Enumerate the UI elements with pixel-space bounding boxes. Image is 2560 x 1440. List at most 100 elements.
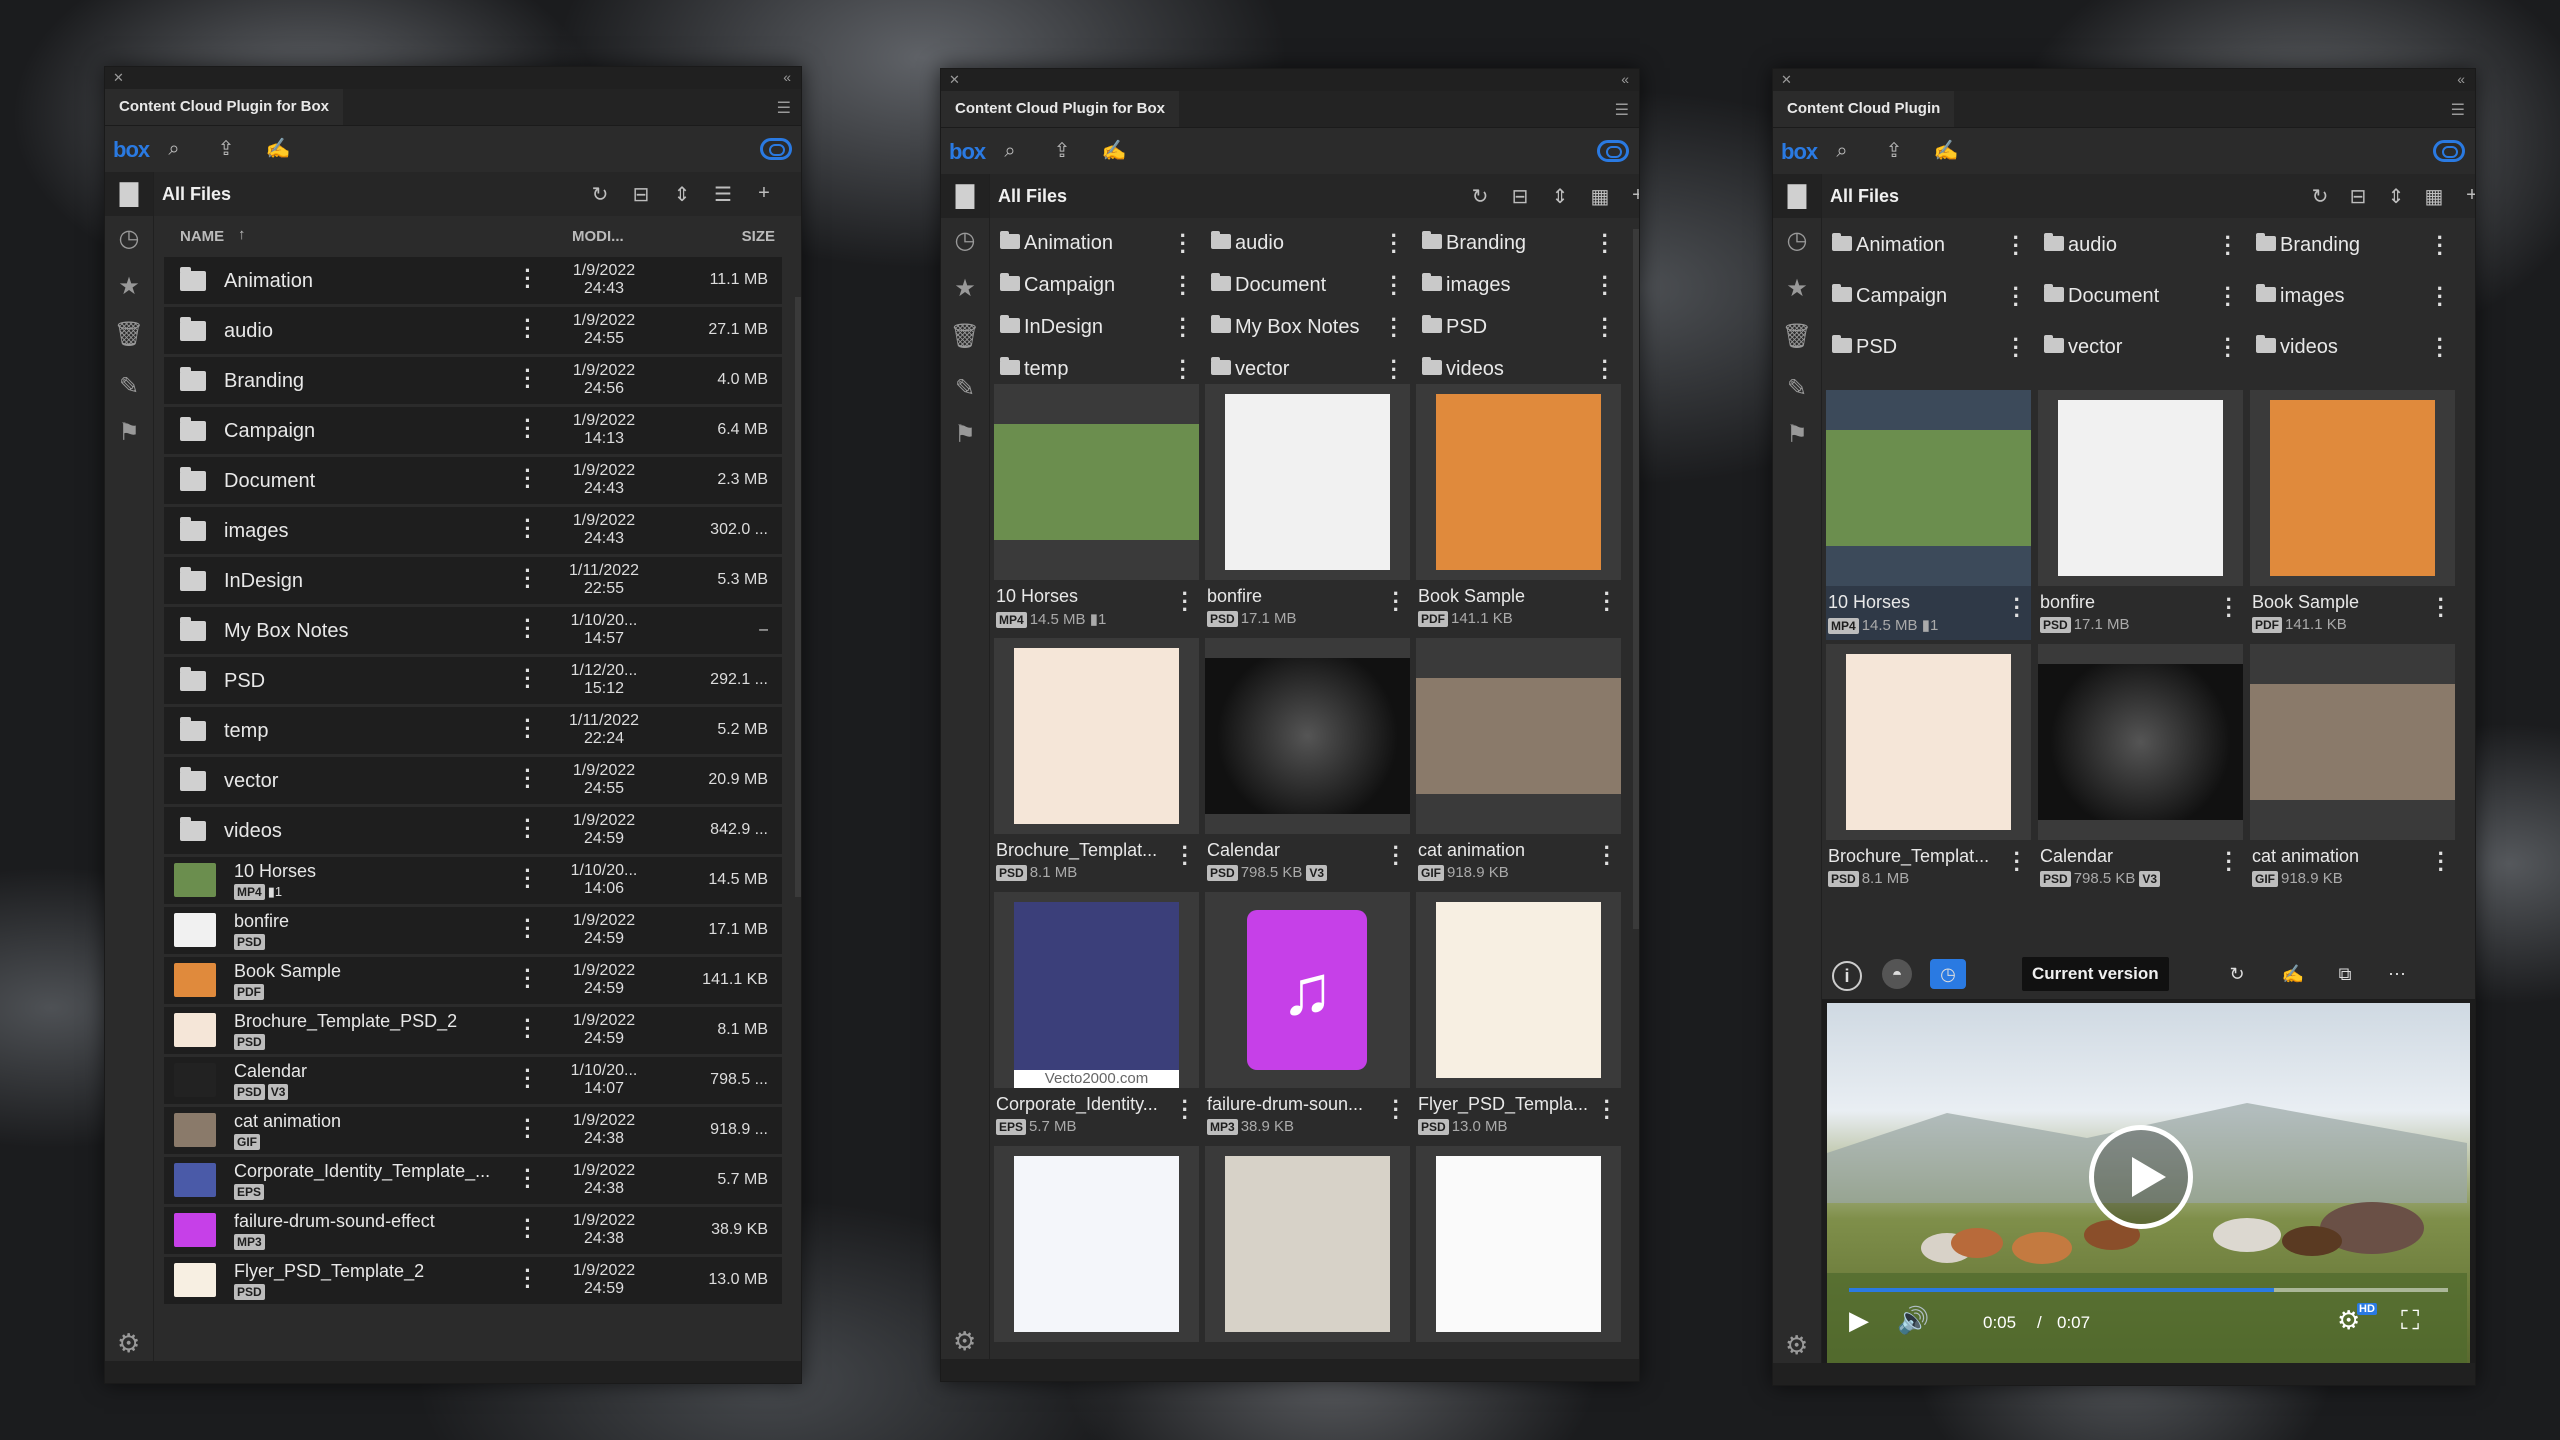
more-vertical-icon[interactable]: · · · [1182, 837, 1189, 875]
more-vertical-icon[interactable]: · · · [524, 660, 532, 698]
file-card[interactable]: cat animation GIF 918.9 KB · · · [1416, 638, 1621, 888]
sign-icon[interactable]: ✍ [2278, 959, 2308, 989]
fullscreen-icon[interactable]: ⛶ [2401, 1305, 2419, 1337]
sort-icon[interactable]: ⇕ [670, 182, 694, 207]
more-vertical-icon[interactable]: · · · [2438, 843, 2445, 881]
scrollbar[interactable] [1633, 229, 1639, 929]
more-vertical-icon[interactable]: · · · [2225, 329, 2232, 367]
panel-tab[interactable]: Content Cloud Plugin for Box [105, 89, 343, 125]
more-vertical-icon[interactable]: · · · [2013, 329, 2020, 367]
more-vertical-icon[interactable]: · · · [1391, 309, 1398, 347]
settings-gear-icon[interactable]: ⚙ [953, 1326, 976, 1357]
search-icon[interactable]: ⌕ [161, 136, 187, 162]
more-vertical-icon[interactable]: · · · [2225, 278, 2232, 316]
column-name[interactable]: NAME [180, 228, 224, 245]
more-vertical-icon[interactable]: · · · [524, 610, 532, 648]
refresh-icon[interactable]: ↻ [1468, 184, 1492, 209]
folder-tile[interactable]: audio · · · [2038, 224, 2242, 265]
layout-icon[interactable]: ⊟ [629, 182, 653, 207]
folder-tile[interactable]: Document · · · [1205, 264, 1408, 305]
folder-row[interactable]: PSD · · · 1/12/20... 15:12 292.1 ... [164, 657, 782, 707]
more-vertical-icon[interactable]: · · · [524, 810, 532, 848]
file-row[interactable]: bonfire PSD · · · 1/9/2022 24:59 17.1 MB [164, 907, 782, 957]
file-card[interactable]: Calendar PSD 798.5 KB V3 · · · [2038, 644, 2243, 894]
folder-tile[interactable]: images · · · [1416, 264, 1619, 305]
more-vertical-icon[interactable]: · · · [1602, 351, 1609, 389]
more-vertical-icon[interactable]: · · · [1391, 225, 1398, 263]
flag-icon[interactable]: ⚑ [1773, 420, 1821, 449]
folder-tile[interactable]: Branding · · · [2250, 224, 2454, 265]
trash-icon[interactable]: 🗑 [105, 320, 153, 349]
file-card[interactable]: cat animation GIF 918.9 KB · · · [2250, 644, 2455, 894]
upload-icon[interactable]: ⇪ [1881, 138, 1907, 164]
plus-icon[interactable]: + [752, 182, 776, 205]
file-row[interactable]: failure-drum-sound-effect MP3 · · · 1/9/2022 2… [164, 1207, 782, 1257]
play-overlay-button[interactable] [2089, 1125, 2193, 1229]
folder-icon[interactable]: ▇ [941, 174, 989, 218]
more-vertical-icon[interactable]: · · · [524, 310, 532, 348]
folder-tile[interactable]: PSD · · · [1826, 326, 2030, 367]
more-vertical-icon[interactable]: · · · [1602, 225, 1609, 263]
refresh-icon[interactable]: ↻ [2222, 959, 2252, 989]
column-modified[interactable]: MODI... [572, 228, 624, 245]
box-logo[interactable]: box [113, 137, 150, 163]
folder-icon[interactable]: ▇ [105, 172, 153, 216]
layout-icon[interactable]: ⊟ [1508, 184, 1532, 209]
more-vertical-icon[interactable]: · · · [524, 1110, 532, 1148]
file-card[interactable]: Book Sample PDF 141.1 KB · · · [2250, 390, 2455, 640]
trash-icon[interactable]: 🗑 [1773, 322, 1821, 351]
folder-row[interactable]: Campaign · · · 1/9/2022 14:13 6.4 MB [164, 407, 782, 457]
file-card[interactable]: Brochure_Templat... PSD 8.1 MB · · · [994, 638, 1199, 888]
list-view-icon[interactable]: ☰ [711, 182, 735, 207]
file-card[interactable]: 10 Horses MP4 14.5 MB ▮1 · · · [1826, 390, 2031, 640]
sort-icon[interactable]: ⇕ [1548, 184, 1572, 209]
box-logo[interactable]: box [1781, 139, 1818, 165]
close-icon[interactable]: ✕ [113, 70, 124, 86]
file-card[interactable]: Brochure_Templat... PSD 8.1 MB · · · [1826, 644, 2031, 894]
file-row[interactable]: Flyer_PSD_Template_2 PSD · · · 1/9/2022 24:59 1… [164, 1257, 782, 1307]
file-card[interactable]: Book Sample PDF 141.1 KB · · · [1416, 384, 1621, 634]
folder-tile[interactable]: audio · · · [1205, 222, 1408, 263]
refresh-icon[interactable]: ↻ [588, 182, 612, 207]
file-card[interactable]: bonfire PSD 17.1 MB · · · [1205, 384, 1410, 634]
folder-tile[interactable]: vector · · · [1205, 348, 1408, 389]
more-vertical-icon[interactable]: · · · [1604, 583, 1611, 621]
refresh-icon[interactable]: ↻ [2308, 184, 2332, 209]
collapse-icon[interactable]: « [2457, 71, 2465, 87]
collapse-icon[interactable]: « [783, 69, 791, 85]
more-vertical-icon[interactable]: · · · [524, 360, 532, 398]
video-progress-track[interactable] [1849, 1288, 2448, 1292]
plus-icon[interactable]: + [1626, 184, 1639, 207]
flag-icon[interactable]: ⚑ [941, 420, 989, 449]
folder-tile[interactable]: Document · · · [2038, 275, 2242, 316]
more-horizontal-icon[interactable]: ⋯ [2382, 959, 2412, 989]
upload-icon[interactable]: ⇪ [213, 136, 239, 162]
close-icon[interactable]: ✕ [949, 72, 960, 88]
upload-icon[interactable]: ⇪ [1049, 138, 1075, 164]
folder-tile[interactable]: vector · · · [2038, 326, 2242, 367]
more-vertical-icon[interactable]: · · · [1602, 267, 1609, 305]
collapse-icon[interactable]: « [1621, 71, 1629, 87]
more-vertical-icon[interactable]: · · · [524, 760, 532, 798]
folder-row[interactable]: audio · · · 1/9/2022 24:55 27.1 MB [164, 307, 782, 357]
settings-gear-icon[interactable]: ⚙ [1785, 1330, 1808, 1361]
file-row[interactable]: cat animation GIF · · · 1/9/2022 24:38 918.9 ..… [164, 1107, 782, 1157]
cloud-sync-icon[interactable] [2433, 140, 2465, 162]
more-vertical-icon[interactable]: · · · [524, 510, 532, 548]
folder-row[interactable]: Branding · · · 1/9/2022 24:56 4.0 MB [164, 357, 782, 407]
flag-icon[interactable]: ⚑ [105, 418, 153, 447]
file-card[interactable]: Flyer_PSD_Templa... PSD 13.0 MB · · · [1416, 892, 1621, 1142]
play-icon[interactable]: ▶ [1849, 1305, 1869, 1336]
folder-tile[interactable]: Animation · · · [1826, 224, 2030, 265]
folder-row[interactable]: temp · · · 1/11/2022 22:24 5.2 MB [164, 707, 782, 757]
more-vertical-icon[interactable]: · · · [1180, 225, 1187, 263]
scrollbar[interactable] [795, 297, 801, 897]
cloud-sync-icon[interactable] [1597, 140, 1629, 162]
sign-icon[interactable]: ✍ [1933, 138, 1959, 164]
trash-icon[interactable]: 🗑 [941, 322, 989, 351]
search-icon[interactable]: ⌕ [1829, 138, 1855, 164]
file-card[interactable] [994, 1146, 1199, 1381]
more-vertical-icon[interactable]: · · · [2225, 227, 2232, 265]
folder-tile[interactable]: images · · · [2250, 275, 2454, 316]
more-vertical-icon[interactable]: · · · [2437, 227, 2444, 265]
